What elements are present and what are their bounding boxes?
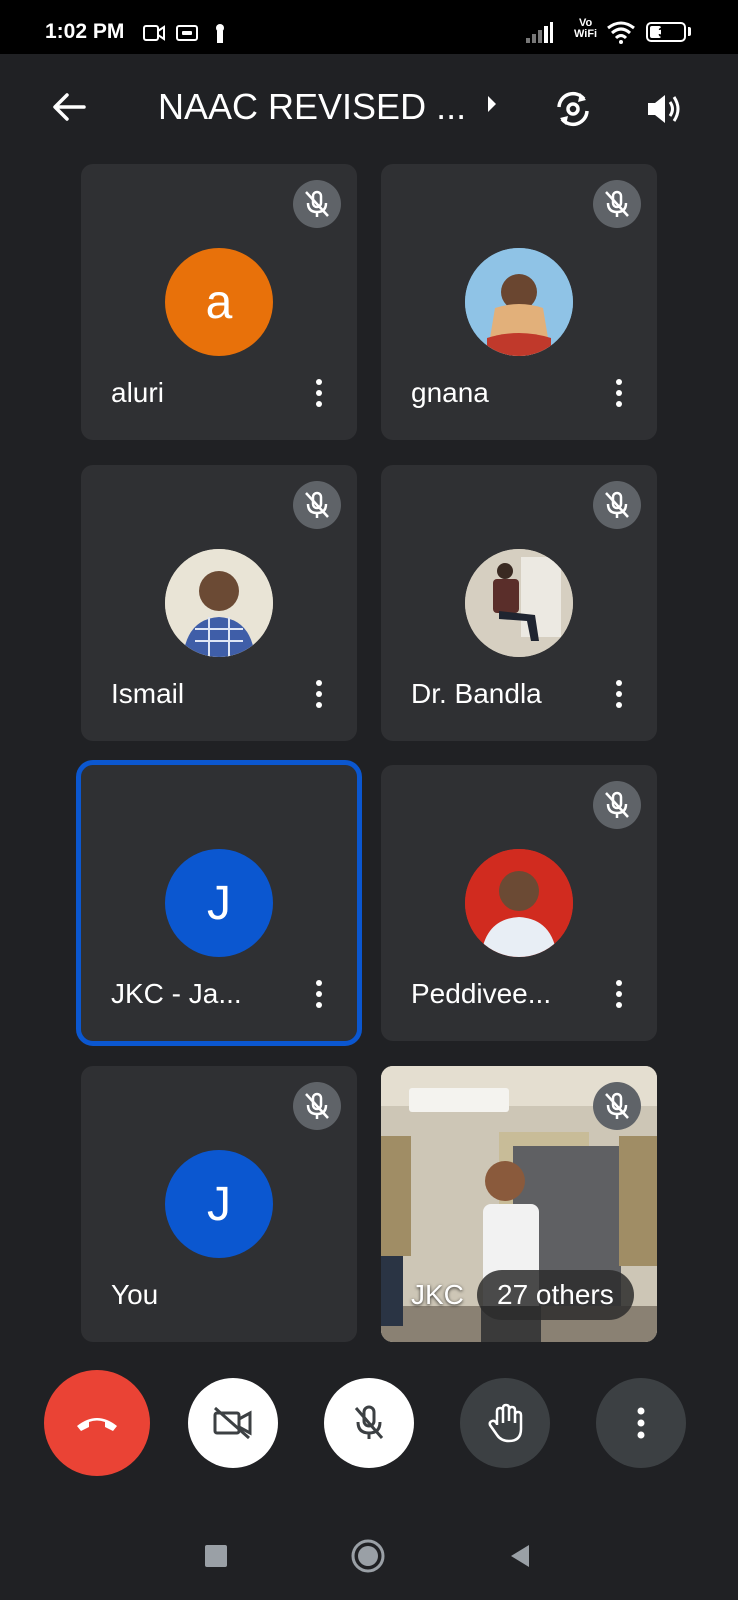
participant-name: gnana — [411, 377, 489, 408]
participant-more-icon[interactable] — [607, 977, 631, 1011]
home-button[interactable] — [348, 1536, 388, 1576]
participant-tile[interactable]: J JKC - Ja... — [76, 760, 362, 1046]
avatar: J — [165, 849, 273, 957]
others-first-label: JKC — [411, 1279, 464, 1310]
participant-more-icon[interactable] — [307, 376, 331, 410]
camera-toggle-button[interactable] — [188, 1378, 278, 1468]
avatar: J — [165, 1150, 273, 1258]
others-count: 27 others — [477, 1270, 634, 1320]
square-icon — [205, 1545, 227, 1567]
mic-off-icon — [354, 1405, 384, 1439]
triangle-back-icon — [511, 1545, 529, 1567]
avatar: a — [165, 248, 273, 356]
participant-tile[interactable]: a aluri — [81, 164, 357, 440]
mic-off-icon — [605, 190, 629, 217]
more-vert-icon — [637, 1407, 645, 1439]
mute-badge — [293, 1082, 341, 1130]
participant-name: Ismail — [111, 678, 185, 709]
participant-more-icon[interactable] — [607, 376, 631, 410]
mic-off-icon — [305, 190, 329, 217]
switch-camera-button[interactable] — [546, 82, 600, 136]
meeting-title[interactable]: NAAC REVISED ... — [158, 84, 478, 130]
mic-off-icon — [605, 1092, 629, 1119]
wifi-icon — [607, 21, 635, 44]
mute-badge — [293, 180, 341, 228]
end-call-icon — [77, 1418, 117, 1431]
mute-badge — [293, 481, 341, 529]
status-time: 1:02 PM — [45, 20, 125, 43]
participant-more-icon[interactable] — [607, 677, 631, 711]
back-button[interactable] — [44, 82, 94, 132]
participant-more-icon[interactable] — [307, 677, 331, 711]
participant-name: JKC - Ja... — [111, 978, 242, 1009]
recents-button[interactable] — [196, 1536, 236, 1576]
participant-name: You — [111, 1279, 159, 1310]
participant-tile[interactable]: J You — [81, 1066, 357, 1342]
mic-off-icon — [305, 1092, 329, 1119]
avatar — [165, 549, 273, 657]
switch-camera-icon — [557, 91, 589, 127]
participant-tile[interactable]: Ismail — [81, 465, 357, 741]
mic-toggle-button[interactable] — [324, 1378, 414, 1468]
cast-status-icon — [176, 25, 198, 41]
avatar-photo — [165, 549, 273, 657]
lock-status-icon — [216, 24, 224, 43]
raise-hand-icon — [488, 1403, 523, 1443]
participant-more-icon[interactable] — [307, 977, 331, 1011]
mute-badge — [593, 1082, 641, 1130]
speaker-icon — [648, 95, 680, 123]
battery-tip — [688, 27, 691, 36]
avatar — [465, 248, 573, 356]
participant-tile[interactable]: Peddivee... — [381, 765, 657, 1041]
chevron-right-icon[interactable] — [486, 94, 498, 114]
speaker-button[interactable] — [638, 82, 692, 136]
battery-indicator: 35 — [646, 22, 686, 42]
others-tile[interactable]: JKC 27 others — [381, 1066, 657, 1342]
mute-badge — [593, 481, 641, 529]
back-nav-button[interactable] — [500, 1536, 540, 1576]
mute-badge — [593, 180, 641, 228]
mic-off-icon — [605, 791, 629, 818]
avatar-photo — [465, 849, 573, 957]
vowifi-label: Vo WiFi — [574, 17, 598, 40]
camera-off-icon — [213, 1406, 252, 1440]
status-bar: 1:02 PM Vo WiFi 35 — [0, 0, 738, 54]
mic-off-icon — [305, 491, 329, 518]
participant-name: Peddivee... — [411, 978, 552, 1009]
avatar — [465, 549, 573, 657]
mic-off-icon — [605, 491, 629, 518]
more-options-button[interactable] — [596, 1378, 686, 1468]
video-status-icon — [143, 25, 165, 41]
avatar-photo — [465, 248, 573, 356]
home-circle-icon — [351, 1539, 385, 1573]
battery-level: 35 — [658, 24, 674, 40]
signal-icon — [526, 22, 553, 43]
participant-tile[interactable]: gnana — [381, 164, 657, 440]
avatar-photo — [465, 549, 573, 657]
avatar — [465, 849, 573, 957]
mute-badge — [593, 781, 641, 829]
arrow-left-icon — [53, 93, 86, 121]
participant-name: aluri — [111, 377, 164, 408]
participant-tile[interactable]: Dr. Bandla — [381, 465, 657, 741]
raise-hand-button[interactable] — [460, 1378, 550, 1468]
end-call-button[interactable] — [44, 1370, 150, 1476]
participant-name: Dr. Bandla — [411, 678, 542, 709]
